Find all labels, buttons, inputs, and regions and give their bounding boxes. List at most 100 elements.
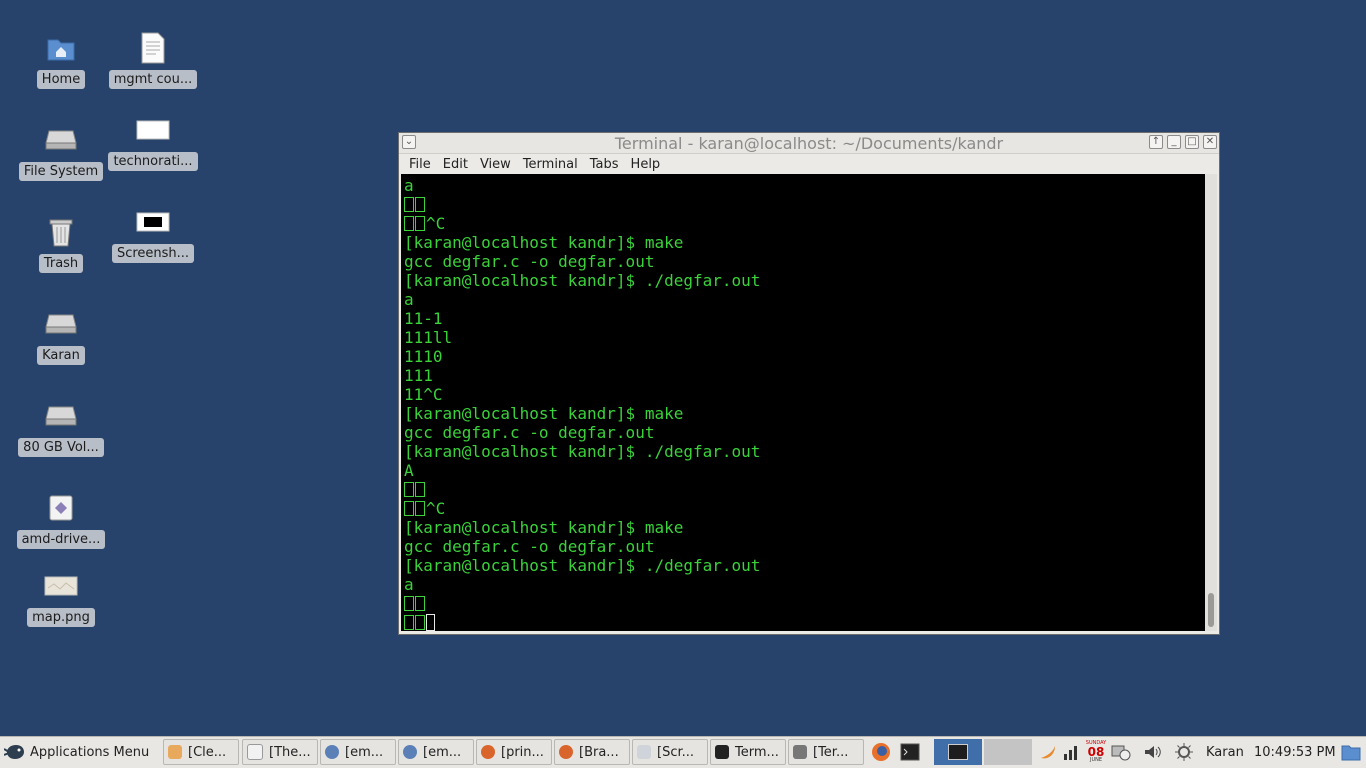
window-titlebar[interactable]: ⌄ Terminal - karan@localhost: ~/Document… <box>399 133 1219 154</box>
terminal-scrollbar[interactable] <box>1205 174 1217 631</box>
maximize-button[interactable]: □ <box>1185 135 1199 149</box>
calendar-month: JUNE <box>1089 757 1103 763</box>
task-button[interactable]: [Scr... <box>632 739 708 765</box>
desktop-icon-filesystem[interactable]: File System <box>15 120 107 185</box>
brightness-control[interactable] <box>1173 739 1195 765</box>
applications-menu-button[interactable]: Applications Menu <box>4 739 154 765</box>
tray-icon[interactable] <box>1061 739 1083 765</box>
terminal-line: a <box>404 575 414 594</box>
task-button[interactable]: [Bra... <box>554 739 630 765</box>
unknown-glyph-icon <box>415 596 425 611</box>
terminal-line: gcc degfar.c -o degfar.out <box>404 252 655 271</box>
browser-icon <box>403 745 417 759</box>
terminal-window[interactable]: ⌄ Terminal - karan@localhost: ~/Document… <box>398 132 1220 635</box>
task-button[interactable]: [prin... <box>476 739 552 765</box>
menu-file[interactable]: File <box>403 157 437 172</box>
sun-icon <box>1175 743 1193 761</box>
task-button[interactable]: Term... <box>710 739 786 765</box>
desktop-icon-home[interactable]: Home <box>15 28 107 93</box>
terminal-output[interactable]: a ^C [karan@localhost kandr]$ make gcc d… <box>401 174 1205 631</box>
shade-button[interactable]: ↑ <box>1149 135 1163 149</box>
tray-icon[interactable] <box>1109 739 1133 765</box>
close-button[interactable]: ✕ <box>1203 135 1217 149</box>
unknown-glyph-icon <box>415 482 425 497</box>
terminal-line: 111ll <box>404 328 453 347</box>
terminal-launcher[interactable] <box>899 739 921 765</box>
desktop-folder-icon <box>1341 745 1361 761</box>
firefox-launcher[interactable] <box>870 739 892 765</box>
task-button[interactable]: [Ter... <box>788 739 864 765</box>
terminal-line: 11^C <box>404 385 443 404</box>
unknown-glyph-icon <box>404 197 414 212</box>
firefox-icon <box>481 745 495 759</box>
firefox-icon <box>559 745 573 759</box>
desktop-icon-technorati[interactable]: technorati... <box>107 110 199 175</box>
terminal-icon <box>900 743 920 761</box>
terminal-line: A <box>404 461 414 480</box>
text-cursor <box>426 614 435 631</box>
taskbar: Applications Menu [Cle... [The... [em...… <box>0 736 1366 768</box>
clock[interactable]: 10:49:53 PM <box>1254 739 1338 765</box>
package-icon <box>49 495 73 521</box>
desktop-icon-80gb[interactable]: 80 GB Vol... <box>15 396 107 461</box>
terminal-line: a <box>404 176 414 195</box>
menu-tabs[interactable]: Tabs <box>584 157 625 172</box>
desktop-icon-label: map.png <box>27 608 95 627</box>
network-signal-icon <box>1064 746 1077 760</box>
task-button[interactable]: [The... <box>242 739 318 765</box>
terminal-line: ^C <box>404 499 1205 518</box>
desktop-icon-label: Karan <box>37 346 85 365</box>
menu-help[interactable]: Help <box>625 157 667 172</box>
trash-icon <box>49 219 73 247</box>
terminal-line: gcc degfar.c -o degfar.out <box>404 423 655 442</box>
window-title: Terminal - karan@localhost: ~/Documents/… <box>614 134 1004 153</box>
workspace-1[interactable] <box>934 739 982 765</box>
task-button[interactable]: [Cle... <box>163 739 239 765</box>
desktop-icon-label: Trash <box>38 254 84 273</box>
desktop-icon-label: mgmt cou... <box>108 70 198 89</box>
menu-terminal[interactable]: Terminal <box>517 157 584 172</box>
network-manager-icon <box>1111 745 1131 761</box>
menu-bar: File Edit View Terminal Tabs Help <box>399 154 1219 174</box>
terminal-icon <box>715 745 729 759</box>
calendar-widget[interactable]: SUNDAY 08 JUNE <box>1085 739 1107 765</box>
terminal-line: 11-1 <box>404 309 443 328</box>
terminal-line: [karan@localhost kandr]$ make <box>404 233 684 252</box>
task-button[interactable]: [em... <box>398 739 474 765</box>
app-icon <box>168 745 182 759</box>
unknown-glyph-icon <box>415 216 425 231</box>
image-file-icon <box>136 120 170 140</box>
tray-icon[interactable] <box>1036 739 1060 765</box>
terminal-line: 1110 <box>404 347 443 366</box>
terminal-icon <box>793 745 807 759</box>
terminal-line: [karan@localhost kandr]$ make <box>404 404 684 423</box>
drive-icon <box>45 406 77 426</box>
terminal-line <box>404 594 1205 613</box>
desktop-icon-screenshot[interactable]: Screensh... <box>107 202 199 267</box>
app-icon <box>247 744 263 760</box>
unknown-glyph-icon <box>404 596 414 611</box>
volume-control[interactable] <box>1141 739 1163 765</box>
unknown-glyph-icon <box>415 501 425 516</box>
terminal-line: [karan@localhost kandr]$ ./degfar.out <box>404 271 761 290</box>
scrollbar-thumb[interactable] <box>1208 593 1214 627</box>
xfce-mouse-icon <box>4 745 24 759</box>
desktop-icon-trash[interactable]: Trash <box>15 212 107 277</box>
menu-view[interactable]: View <box>474 157 517 172</box>
unknown-glyph-icon <box>415 197 425 212</box>
task-button[interactable]: [em... <box>320 739 396 765</box>
workspace-2[interactable] <box>984 739 1032 765</box>
applications-menu-label: Applications Menu <box>30 744 150 760</box>
unknown-glyph-icon <box>415 615 425 630</box>
desktop-icon-map[interactable]: map.png <box>15 566 107 631</box>
menu-edit[interactable]: Edit <box>437 157 474 172</box>
minimize-button[interactable]: _ <box>1167 135 1181 149</box>
show-desktop-button[interactable] <box>1340 739 1362 765</box>
document-icon <box>141 32 165 64</box>
workspace-window-icon <box>948 744 968 760</box>
desktop-icon-karan[interactable]: Karan <box>15 304 107 369</box>
desktop-icon-amd-driver[interactable]: amd-drive... <box>15 488 107 553</box>
desktop-icon-label: amd-drive... <box>16 530 106 549</box>
desktop-icon-mgmt[interactable]: mgmt cou... <box>107 28 199 93</box>
user-name[interactable]: Karan <box>1206 739 1248 765</box>
